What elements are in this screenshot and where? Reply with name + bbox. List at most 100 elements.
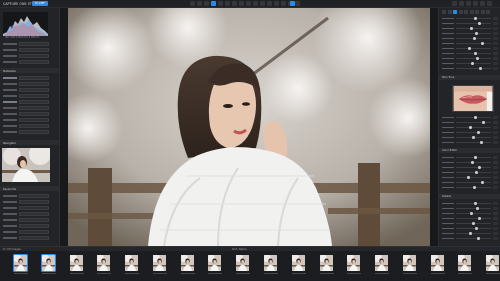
param-row[interactable] (3, 54, 49, 58)
text-tool-icon[interactable] (295, 1, 300, 6)
keyword-row[interactable] (3, 194, 49, 198)
slider-row[interactable] (442, 116, 498, 120)
navigator-preview[interactable] (2, 148, 50, 182)
output-tab-icon[interactable] (475, 10, 479, 14)
slider-row[interactable] (442, 202, 498, 206)
keyword-row[interactable] (3, 224, 49, 228)
undo-icon[interactable] (452, 1, 457, 6)
clone-tool-icon[interactable] (267, 1, 272, 6)
slider-row[interactable] (442, 217, 498, 221)
help-icon[interactable] (480, 1, 485, 6)
slider-row[interactable] (442, 237, 498, 241)
slider-row[interactable] (442, 171, 498, 175)
slider-row[interactable] (442, 62, 498, 66)
filmstrip-thumbnail[interactable] (347, 255, 360, 271)
slider-row[interactable] (442, 126, 498, 130)
filmstrip-thumbnail[interactable] (320, 255, 333, 271)
color-tab-icon[interactable] (447, 10, 452, 14)
filmstrip-thumbnail[interactable] (70, 255, 83, 271)
filmstrip-thumbnail[interactable] (13, 254, 28, 272)
compare-icon[interactable] (290, 1, 295, 6)
gradient-tool-icon[interactable] (239, 1, 244, 6)
main-photo[interactable] (68, 8, 430, 246)
filmstrip-thumbnail[interactable] (208, 255, 221, 271)
slider-row[interactable] (442, 37, 498, 41)
meta-tab-icon[interactable] (469, 10, 474, 14)
filmstrip-thumbnail[interactable] (486, 255, 499, 271)
filmstrip-thumbnail[interactable] (458, 255, 471, 271)
slider-row[interactable] (442, 131, 498, 135)
slider-row[interactable] (442, 227, 498, 231)
filmstrip-thumbnail[interactable] (431, 255, 444, 271)
slider-row[interactable] (442, 141, 498, 145)
fullscreen-icon[interactable] (487, 1, 492, 6)
tab-active[interactable]: HI-DEF (32, 1, 49, 6)
settings-icon[interactable] (466, 1, 471, 6)
slider-row[interactable] (442, 207, 498, 211)
slider-row[interactable] (442, 186, 498, 190)
slider-row[interactable] (442, 166, 498, 170)
filmstrip-thumbnail[interactable] (292, 255, 305, 271)
slider-row[interactable] (442, 52, 498, 56)
keyword-row[interactable] (3, 218, 49, 222)
slider-row[interactable] (442, 47, 498, 51)
slider-row[interactable] (442, 67, 498, 71)
more-tab-icon[interactable] (486, 10, 490, 14)
pan-tool-icon[interactable] (197, 1, 202, 6)
slider-row[interactable] (442, 42, 498, 46)
param-row[interactable] (3, 42, 49, 46)
filmstrip-thumbnail[interactable] (403, 255, 416, 271)
keystone-tool-icon[interactable] (281, 1, 286, 6)
section-details[interactable]: Details (439, 194, 500, 199)
slider-row[interactable] (442, 212, 498, 216)
section-keywords[interactable]: Keywords (0, 186, 59, 191)
batch-tab-icon[interactable] (480, 10, 485, 14)
slider-row[interactable] (442, 176, 498, 180)
param-row[interactable] (3, 48, 49, 52)
section-skin-tone[interactable]: Skin Tone (439, 75, 500, 80)
layers-tab-icon[interactable] (464, 10, 468, 14)
keyword-row[interactable] (3, 200, 49, 204)
cursor-tool-icon[interactable] (190, 1, 195, 6)
redo-icon[interactable] (459, 1, 464, 6)
section-color-editor[interactable]: Color Editor (439, 148, 500, 153)
section-metadata[interactable]: Metadata (0, 68, 59, 73)
lens-tab-icon[interactable] (458, 10, 463, 14)
mask-tool-icon[interactable] (274, 1, 279, 6)
brush-tool-icon[interactable] (225, 1, 230, 6)
filmstrip-thumbnail[interactable] (236, 255, 249, 271)
filmstrip-thumbnail[interactable] (125, 255, 138, 271)
zoom-tool-icon[interactable] (204, 1, 209, 6)
param-row[interactable] (3, 60, 49, 64)
image-viewer[interactable] (60, 8, 438, 246)
eraser-tool-icon[interactable] (232, 1, 237, 6)
slider-row[interactable] (442, 17, 498, 21)
filmstrip-thumbnail[interactable] (97, 255, 110, 271)
exposure-tab-icon[interactable] (442, 10, 446, 14)
filmstrip-thumbnail[interactable] (153, 255, 166, 271)
slider-row[interactable] (442, 232, 498, 236)
keyword-row[interactable] (3, 206, 49, 210)
slider-row[interactable] (442, 181, 498, 185)
keyword-row[interactable] (3, 236, 49, 240)
straighten-tool-icon[interactable] (218, 1, 223, 6)
slider-row[interactable] (442, 22, 498, 26)
section-navigator[interactable]: Navigator (0, 140, 59, 145)
crop-tool-icon[interactable] (211, 1, 216, 6)
slider-row[interactable] (442, 156, 498, 160)
filmstrip-thumbnail[interactable] (41, 254, 56, 272)
keyword-row[interactable] (3, 212, 49, 216)
slider-row[interactable] (442, 161, 498, 165)
filmstrip-thumbnail[interactable] (264, 255, 277, 271)
slider-row[interactable] (442, 27, 498, 31)
picker-tool-icon[interactable] (246, 1, 251, 6)
annotate-tool-icon[interactable] (253, 1, 258, 6)
keyword-row[interactable] (3, 230, 49, 234)
heal-tool-icon[interactable] (260, 1, 265, 6)
filmstrip-thumbnail[interactable] (375, 255, 388, 271)
filmstrip-thumbnail[interactable] (181, 255, 194, 271)
slider-row[interactable] (442, 136, 498, 140)
slider-row[interactable] (442, 121, 498, 125)
slider-row[interactable] (442, 57, 498, 61)
export-icon[interactable] (473, 1, 478, 6)
